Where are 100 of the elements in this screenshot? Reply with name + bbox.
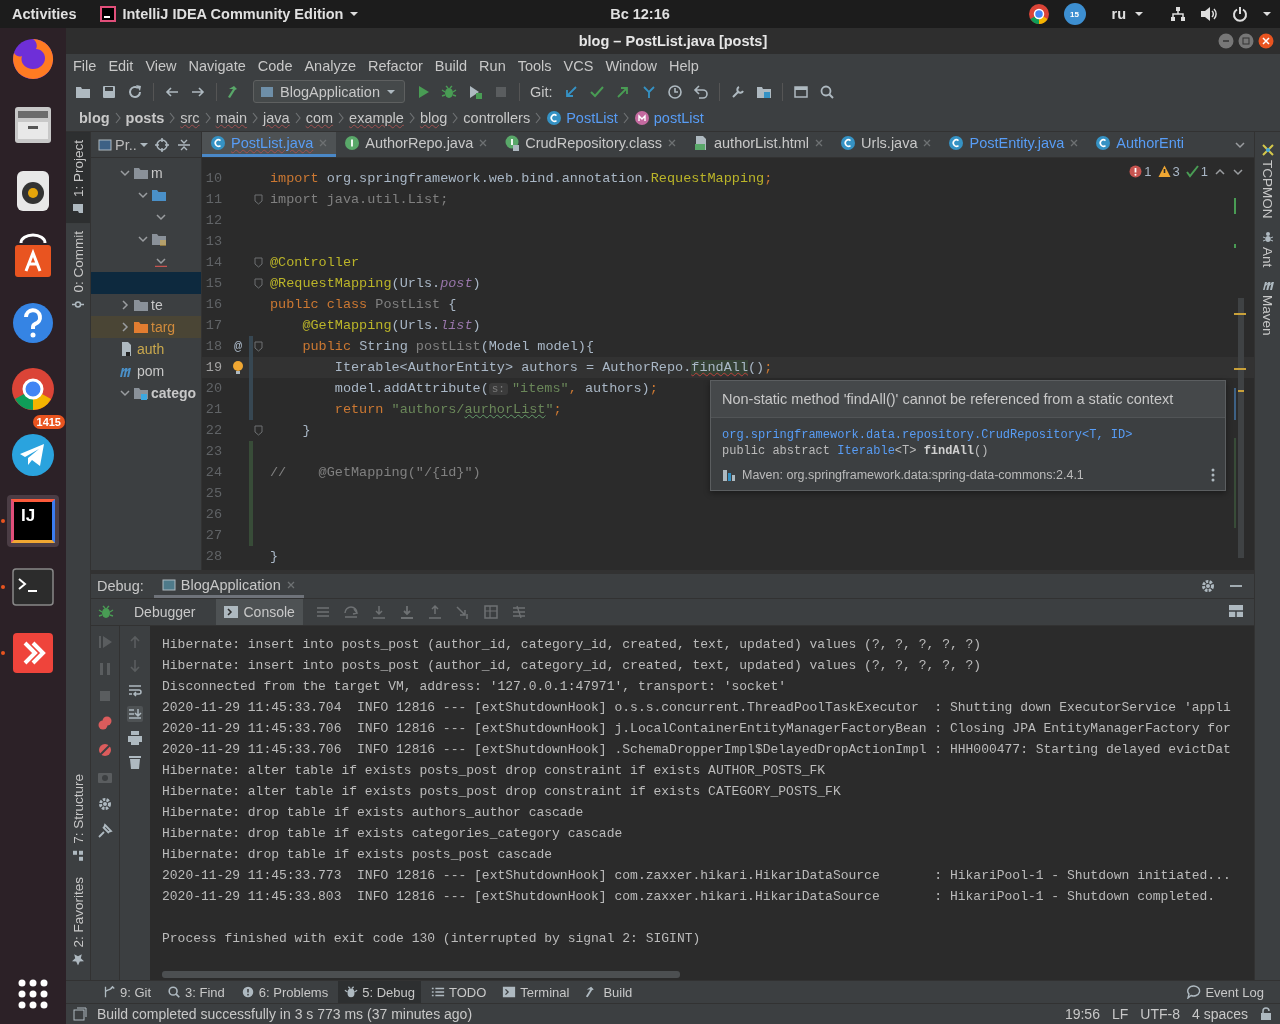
force-step-into-icon[interactable] (398, 604, 415, 620)
update-badge[interactable]: 15 (1063, 3, 1086, 25)
menu-item[interactable]: Tools (517, 58, 552, 74)
chevron-right-icon[interactable] (119, 299, 131, 311)
editor-tab[interactable]: AuthorEnti (1087, 132, 1193, 157)
editor-tab[interactable]: Urls.java (832, 132, 941, 157)
power-icon[interactable] (1232, 6, 1248, 22)
pin-icon[interactable] (97, 823, 113, 839)
settings-icon[interactable] (97, 796, 113, 812)
window-icon[interactable] (792, 83, 809, 100)
run-to-cursor-icon[interactable] (454, 604, 471, 620)
language-menu[interactable]: ru (1111, 6, 1144, 22)
breadcrumb[interactable]: blog (419, 110, 448, 126)
list-icon[interactable] (314, 604, 331, 620)
menu-item[interactable]: Build (434, 58, 468, 74)
tool-window-button[interactable]: 5: Debug (338, 981, 421, 1003)
file-encoding[interactable]: UTF-8 (1140, 1006, 1180, 1022)
tree-item[interactable]: pom (91, 360, 201, 382)
menu-item[interactable]: Analyze (304, 58, 357, 74)
tool-window-button[interactable]: 3: Find (161, 981, 231, 1003)
search-icon[interactable] (818, 83, 835, 100)
project-view-dropdown[interactable]: Pr.. (98, 136, 148, 153)
network-icon[interactable] (1170, 6, 1186, 22)
inspection-count[interactable]: 3 (1157, 164, 1180, 179)
chevron-down-icon[interactable] (119, 167, 131, 179)
breadcrumb[interactable]: posts (125, 110, 165, 126)
breadcrumb[interactable]: postList (633, 110, 704, 126)
scrollbar-thumb[interactable] (162, 970, 680, 978)
chevron-down-icon[interactable] (119, 387, 131, 399)
tool-window-button[interactable]: Terminal (496, 981, 576, 1003)
breadcrumb[interactable]: main (215, 110, 248, 126)
breakpoints-icon[interactable] (97, 715, 113, 731)
clock-text[interactable]: Вс 12:16 (610, 6, 670, 22)
chevron-down-icon[interactable] (155, 211, 167, 223)
menu-item[interactable]: Code (257, 58, 293, 74)
tool-window-button[interactable]: 2: Favorites (66, 869, 90, 974)
tool-window-button[interactable]: 9: Git (96, 981, 158, 1003)
run-configuration-dropdown[interactable]: BlogApplication (253, 80, 405, 103)
menu-item[interactable]: View (145, 58, 177, 74)
line-separator[interactable]: LF (1111, 1006, 1129, 1022)
inspection-count[interactable]: 1 (1129, 164, 1152, 179)
menu-item[interactable]: Window (605, 58, 657, 74)
save-icon[interactable] (101, 83, 117, 100)
light-bulb-icon[interactable] (231, 359, 245, 376)
breadcrumb[interactable]: blog (79, 110, 110, 126)
step-out-icon[interactable] (426, 604, 443, 620)
fold-marker-icon[interactable] (254, 425, 263, 436)
tool-window-button[interactable]: 6: Problems (234, 981, 335, 1003)
fold-marker-icon[interactable] (254, 278, 263, 289)
tool-window-button[interactable]: 1: Project (66, 132, 90, 224)
tool-window-button[interactable]: Ant (1255, 224, 1280, 273)
chevron-down-icon[interactable] (155, 255, 167, 267)
chrome-icon[interactable] (1027, 3, 1050, 25)
tool-window-button[interactable]: 0: Commit (66, 223, 90, 319)
tool-window-button[interactable]: TCPMON (1255, 138, 1280, 225)
print-icon[interactable] (127, 730, 143, 746)
tool-window-button[interactable]: TODO (424, 981, 493, 1003)
menu-item[interactable]: Navigate (188, 58, 246, 74)
caret-icon[interactable] (1262, 10, 1272, 18)
menu-item[interactable]: File (73, 58, 97, 74)
activities-button[interactable]: Activities (12, 6, 77, 22)
sync-icon[interactable] (127, 83, 143, 100)
tree-item[interactable]: m (91, 162, 201, 184)
volume-icon[interactable] (1200, 6, 1218, 22)
tree-item[interactable]: catego (91, 382, 201, 404)
breadcrumb[interactable]: com (305, 110, 334, 126)
declaring-class-link[interactable]: org.springframework.data.repository.CrudRepository<T, ID> (722, 428, 1214, 442)
minimize-icon[interactable] (1218, 33, 1234, 49)
mute-breakpoints-icon[interactable] (97, 742, 113, 758)
scroll-to-end-icon[interactable] (127, 706, 143, 722)
event-log-button[interactable]: Event Log (1181, 981, 1270, 1003)
lock-icon[interactable] (1260, 1007, 1272, 1021)
menu-item[interactable]: VCS (563, 58, 594, 74)
trash-icon[interactable] (127, 754, 143, 770)
menu-item[interactable]: Help (669, 58, 699, 74)
bug-icon[interactable] (98, 604, 114, 620)
tool-window-button[interactable]: Maven (1255, 272, 1280, 342)
breadcrumb[interactable]: PostList (546, 110, 618, 126)
step-into-icon[interactable] (370, 604, 387, 620)
editor-tab[interactable]: authorList.html (684, 132, 833, 157)
tree-item[interactable]: auth (91, 338, 201, 360)
breadcrumb[interactable]: src (180, 110, 200, 126)
close-icon[interactable] (1258, 33, 1274, 49)
debug-tab[interactable]: Console (215, 599, 303, 625)
undo-icon[interactable] (692, 83, 709, 100)
layout-icon[interactable] (1228, 602, 1244, 619)
tree-item[interactable]: targ (91, 316, 201, 338)
editor-tab[interactable]: AuthorRepo.java (336, 132, 497, 157)
menu-item[interactable]: Refactor (368, 58, 423, 74)
trace-icon[interactable] (510, 604, 527, 620)
editor-tab[interactable]: PostEntity.java (940, 132, 1088, 157)
breadcrumb[interactable]: controllers (463, 110, 531, 126)
more-options-icon[interactable] (1211, 468, 1215, 482)
debug-icon[interactable] (440, 83, 457, 100)
fold-marker-icon[interactable] (254, 257, 263, 268)
fold-marker-icon[interactable] (254, 341, 263, 352)
debug-tab[interactable]: Debugger (126, 599, 204, 625)
app-menu[interactable]: IntelliJ IDEA Community Edition (100, 6, 360, 22)
settings-icon[interactable] (1200, 578, 1216, 594)
step-over-icon[interactable] (342, 604, 359, 620)
